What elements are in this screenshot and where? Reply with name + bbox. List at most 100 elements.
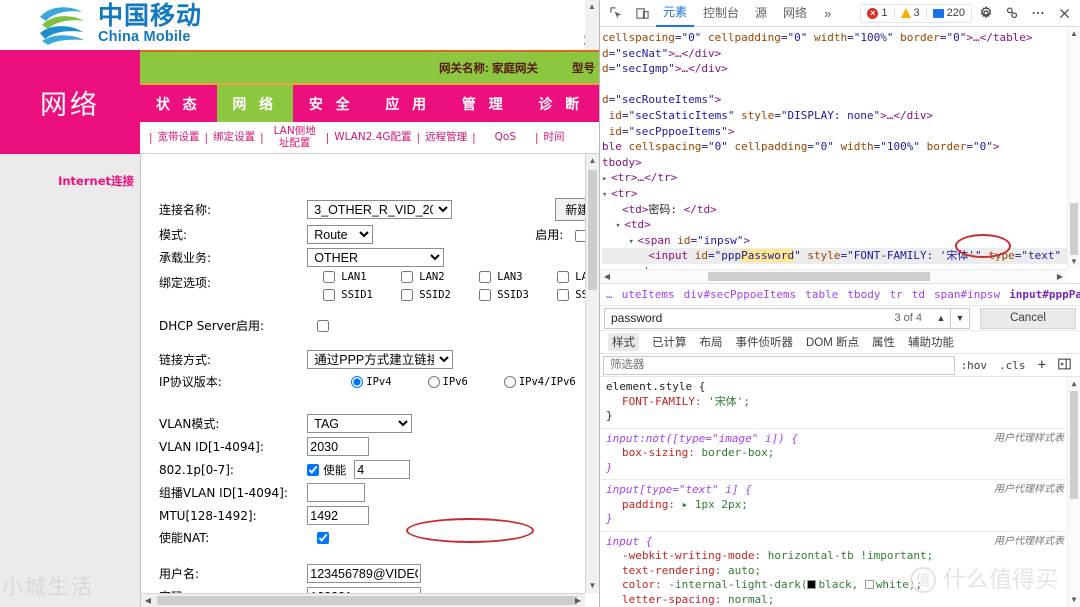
- scroll-thumb-vertical[interactable]: [588, 170, 597, 290]
- dom-line[interactable]: [602, 77, 1080, 93]
- scroll-thumb-horizontal[interactable]: [157, 596, 577, 605]
- dom-line[interactable]: cellspacing="0" cellpadding="0" width="1…: [602, 30, 1080, 46]
- breadcrumb-tr[interactable]: tr: [889, 288, 902, 301]
- css-rule-input[interactable]: 用户代理样式表 input { -webkit-writing-mode: ho…: [600, 532, 1080, 607]
- dom-scroll-thumb-h[interactable]: [708, 272, 930, 281]
- dom-line[interactable]: d="secIgmp">…</div>: [602, 61, 1080, 77]
- dot1p-enable-checkbox[interactable]: [307, 464, 319, 476]
- styles-tab-layout[interactable]: 布局: [700, 334, 723, 350]
- css-prop-name[interactable]: letter-spacing: [622, 593, 715, 606]
- bind-checkbox-lan1[interactable]: [323, 271, 335, 283]
- issue-counters[interactable]: × 1 3 220: [860, 4, 972, 23]
- css-scroll-up-arrow[interactable]: ▲: [1068, 377, 1080, 391]
- bind-option-lan3[interactable]: LAN3: [479, 271, 557, 283]
- more-tabs-button[interactable]: »: [816, 6, 839, 21]
- radio-ipv6[interactable]: [428, 376, 440, 388]
- bind-option-lan1[interactable]: LAN1: [323, 271, 401, 283]
- dom-line[interactable]: d="secNat">…</div>: [602, 46, 1080, 62]
- css-prop-name[interactable]: padding: [622, 498, 668, 511]
- color-swatch-black[interactable]: [807, 580, 816, 589]
- scroll-left-arrow[interactable]: ◀: [141, 594, 155, 607]
- dom-scroll-thumb[interactable]: [1070, 203, 1078, 255]
- css-prop-name[interactable]: text-rendering: [622, 564, 715, 577]
- enable-checkbox[interactable]: [575, 230, 585, 242]
- styles-tab-styles[interactable]: 样式: [608, 333, 639, 351]
- subtab-wlan24g[interactable]: WLAN2.4G配置: [334, 132, 411, 143]
- css-selector-element-style[interactable]: element.style: [606, 380, 692, 393]
- tab-sources[interactable]: 源: [748, 0, 774, 26]
- breadcrumb-span-inpsw[interactable]: span#inpsw: [934, 288, 1000, 301]
- bind-checkbox-ssid2[interactable]: [401, 289, 413, 301]
- ip-version-ipv6[interactable]: IPv6: [428, 376, 468, 388]
- bind-checkbox-ssid3[interactable]: [479, 289, 491, 301]
- dom-scroll-left-arrow[interactable]: ◀: [600, 270, 614, 284]
- inspect-cursor-icon[interactable]: [604, 2, 628, 24]
- css-prop-value[interactable]: '宋体';: [708, 395, 750, 408]
- rail-item-internet-connection[interactable]: Internet连接: [58, 173, 134, 189]
- subtab-lan-address[interactable]: LAN侧地址配置: [269, 126, 321, 148]
- ip-version-dual[interactable]: IPv4/IPv6: [504, 376, 576, 388]
- css-prop-value[interactable]: border-box;: [701, 446, 774, 459]
- bind-option-ssid1[interactable]: SSID1: [323, 289, 401, 301]
- subtab-time[interactable]: 时间: [544, 132, 565, 143]
- tab-elements[interactable]: 元素: [656, 0, 694, 27]
- styles-tab-accessibility[interactable]: 辅助功能: [908, 334, 954, 350]
- css-selector[interactable]: input:not([type="image" i]): [606, 432, 785, 445]
- dom-line[interactable]: d="secRouteItems">: [602, 92, 1080, 108]
- breadcrumb-table[interactable]: table: [805, 288, 838, 301]
- css-prop-value[interactable]: ▸ 1px 2px;: [682, 498, 748, 511]
- css-prop-value[interactable]: auto;: [728, 564, 761, 577]
- bind-checkbox-lan4[interactable]: [557, 271, 569, 283]
- search-next-button[interactable]: ▼: [951, 308, 970, 329]
- dom-line[interactable]: id="secPppoeItems">: [602, 124, 1080, 140]
- scroll-down-arrow[interactable]: ▼: [586, 579, 599, 593]
- css-rule-element-style[interactable]: element.style { FONT-FAMILY: '宋体'; }: [600, 377, 1080, 429]
- sidebar-toggle-icon[interactable]: [1052, 358, 1077, 373]
- breadcrumb-div-secpppoeitems[interactable]: div#secPppoeItems: [684, 288, 797, 301]
- radio-ipv4[interactable]: [351, 376, 363, 388]
- dom-scroll-up-arrow[interactable]: ▲: [1068, 27, 1080, 41]
- styles-tab-properties[interactable]: 属性: [872, 334, 895, 350]
- dom-line[interactable]: tbody>: [602, 155, 1080, 171]
- css-scroll-thumb[interactable]: [1070, 391, 1078, 499]
- bind-option-ssid3[interactable]: SSID3: [479, 289, 557, 301]
- bind-checkbox-lan3[interactable]: [479, 271, 491, 283]
- nav-tab-network[interactable]: 网 络: [217, 85, 294, 122]
- cls-toggle-button[interactable]: .cls: [993, 359, 1032, 372]
- scroll-right-arrow[interactable]: ▶: [571, 594, 585, 607]
- mtu-input[interactable]: [307, 506, 369, 525]
- css-rule-input-not-image[interactable]: 用户代理样式表 input:not([type="image" i]) { bo…: [600, 429, 1080, 481]
- nat-checkbox[interactable]: [317, 532, 329, 544]
- devices-icon[interactable]: [1000, 2, 1024, 24]
- browser-scroll-top[interactable]: ▲: [585, 0, 599, 50]
- bind-checkbox-lan2[interactable]: [401, 271, 413, 283]
- dom-vertical-scrollbar[interactable]: ▲ ▼: [1067, 27, 1080, 269]
- close-icon[interactable]: [1052, 2, 1076, 24]
- css-rule-input-text[interactable]: 用户代理样式表 input[type="text" i] { padding: …: [600, 480, 1080, 532]
- new-connection-button[interactable]: 新建: [555, 198, 585, 221]
- vlan-id-input[interactable]: [307, 437, 369, 456]
- breadcrumb-td[interactable]: td: [912, 288, 925, 301]
- dom-line-selected[interactable]: <input id="pppPassword" style="FONT-FAMI…: [602, 248, 1080, 264]
- dom-line[interactable]: id="secStaticItems" style="DISPLAY: none…: [602, 108, 1080, 124]
- dom-tree-panel[interactable]: cellspacing="0" cellpadding="0" width="1…: [600, 27, 1080, 284]
- dom-scroll-right-arrow[interactable]: ▶: [1053, 270, 1067, 284]
- tab-console[interactable]: 控制台: [696, 0, 746, 26]
- breadcrumb-ellipsis-start[interactable]: …: [606, 288, 613, 301]
- styles-tab-event-listeners[interactable]: 事件侦听器: [736, 334, 794, 350]
- dom-line[interactable]: ▾<tr>: [602, 186, 1080, 202]
- dom-line[interactable]: ▾<span id="inpsw">: [602, 233, 1080, 249]
- dot1p-value-input[interactable]: [354, 460, 410, 479]
- dom-line[interactable]: ▸<tr>…</tr>: [602, 170, 1080, 186]
- dhcp-server-checkbox[interactable]: [317, 320, 329, 332]
- css-rules-panel[interactable]: element.style { FONT-FAMILY: '宋体'; } 用户代…: [600, 377, 1080, 607]
- subtab-remote-mgmt[interactable]: 远程管理: [425, 132, 467, 143]
- tab-network[interactable]: 网络: [776, 0, 814, 26]
- nav-tab-diagnostics[interactable]: 诊 断: [523, 85, 600, 122]
- mode-select[interactable]: Route: [307, 225, 373, 244]
- nav-tab-security[interactable]: 安 全: [293, 85, 370, 122]
- hov-toggle-button[interactable]: :hov: [955, 359, 994, 372]
- subtab-binding[interactable]: 绑定设置: [213, 132, 255, 143]
- color-swatch-white[interactable]: [865, 580, 874, 589]
- search-cancel-button[interactable]: Cancel: [980, 308, 1076, 329]
